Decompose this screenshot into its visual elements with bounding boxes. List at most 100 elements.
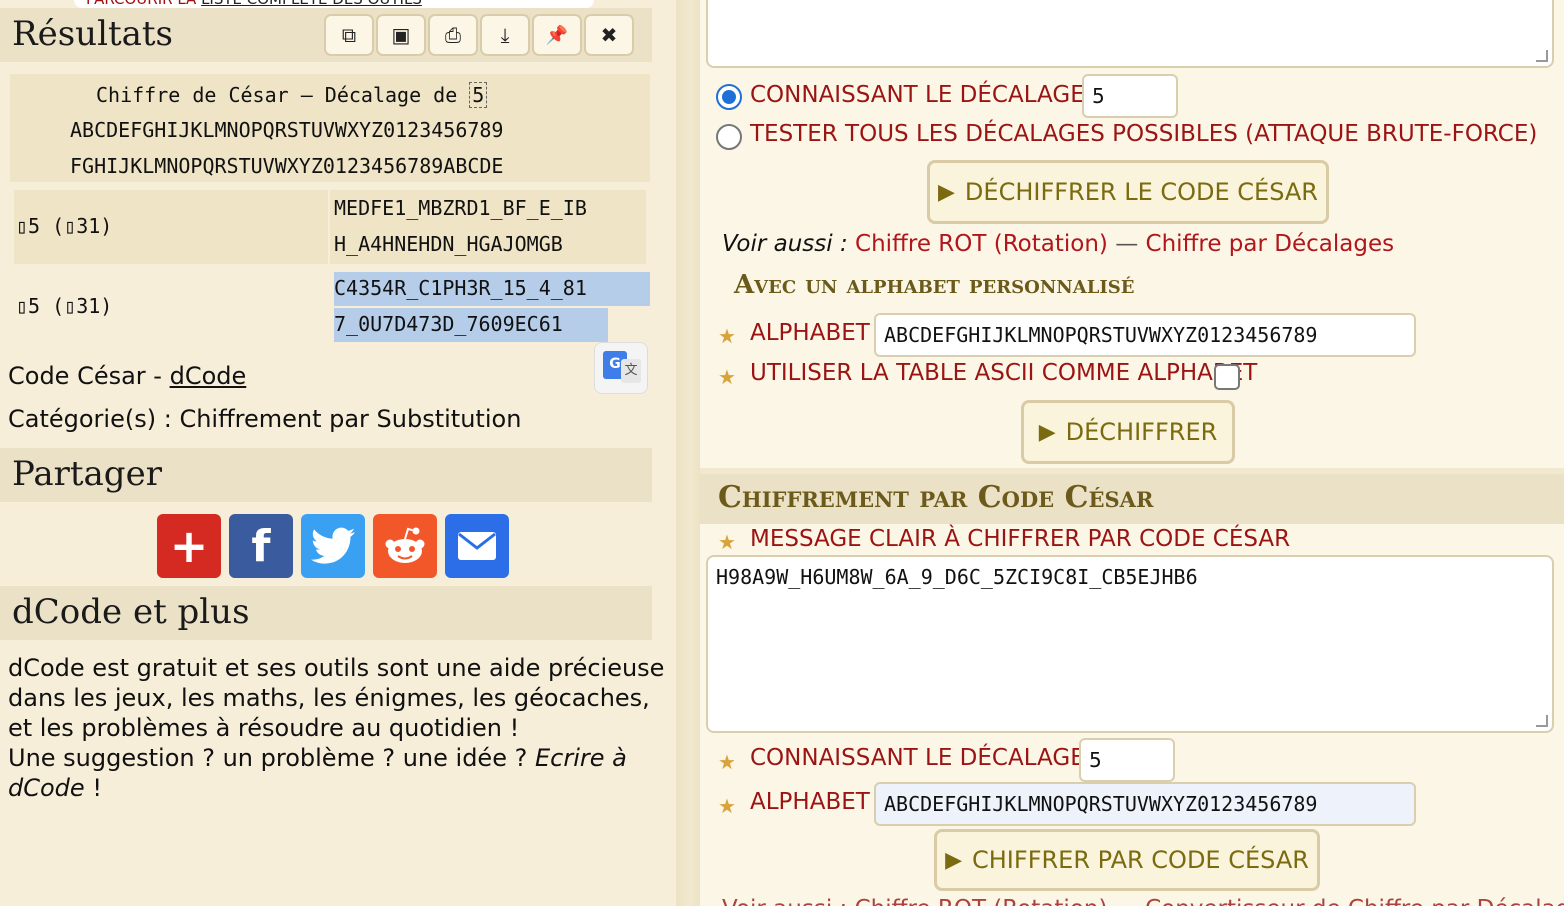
ascii-table-label[interactable]: UTILISER LA TABLE ASCII COMME ALPHABET <box>750 360 1257 386</box>
star-icon: ★ <box>718 365 736 389</box>
facebook-icon: f <box>251 520 271 572</box>
decrypt-alphabet-input[interactable]: ABCDEFGHIJKLMNOPQRSTUVWXYZ0123456789 <box>874 313 1416 357</box>
plus-icon: + <box>169 519 209 573</box>
right-column: CONNAISSANT LE DÉCALAGE : 5 TESTER TOUS … <box>700 0 1564 906</box>
dcode-link[interactable]: dCode <box>170 362 247 390</box>
play-icon: ▶ <box>945 847 962 873</box>
encrypt-shift-label: CONNAISSANT LE DÉCALAGE : <box>750 745 1100 771</box>
bottom-see-also-cut: Voir aussi : Chiffre ROT (Rotation) — Co… <box>722 896 1564 906</box>
download-icon: ⤓ <box>500 23 510 47</box>
resize-grip[interactable] <box>1536 50 1548 62</box>
result-row-2-label: ▯5 (▯31) <box>16 294 113 318</box>
contact-link-dcode[interactable]: dCode <box>8 774 85 802</box>
play-icon: ▶ <box>938 179 955 205</box>
pin-icon: 📌 <box>545 24 569 46</box>
left-column: PARCOURIR LA LISTE COMPLÈTE DES OUTILS R… <box>0 0 676 906</box>
close-icon: ✖ <box>600 23 618 47</box>
encrypt-header: Chiffrement par Code César <box>700 474 1564 524</box>
pin-button[interactable]: 📌 <box>532 14 582 56</box>
reddit-icon <box>385 527 425 563</box>
shifted-alphabet: FGHIJKLMNOPQRSTUVWXYZ0123456789ABCDE <box>70 154 504 178</box>
caesar-table-title: Chiffre de César – Décalage de 5 <box>96 82 488 108</box>
bruteforce-label[interactable]: TESTER TOUS LES DÉCALAGES POSSIBLES (ATT… <box>750 121 1537 147</box>
encrypt-shift-input[interactable]: 5 <box>1079 738 1175 782</box>
custom-alphabet-title: Avec un alphabet personnalisé <box>734 270 1135 300</box>
share-title: Partager <box>12 454 162 494</box>
category-label: Catégorie(s) : <box>8 405 180 433</box>
copy-icon: ⧉ <box>341 23 357 47</box>
plaintext-value: H98A9W_H6UM8W_6A_9_D6C_5ZCI9C8I_CB5EJHB6 <box>716 565 1198 589</box>
ciphertext-input[interactable] <box>706 0 1554 68</box>
caesar-table-title-text: Chiffre de César – Décalage de <box>96 83 458 107</box>
more-para-line5: dCode ! <box>8 774 102 802</box>
email-icon <box>458 532 496 560</box>
encrypt-title: Chiffrement par Code César <box>718 480 1154 515</box>
play-icon: ▶ <box>1038 419 1056 445</box>
tool-name: Code César <box>8 362 146 390</box>
decrypt-label: DÉCHIFFRER <box>1065 418 1218 446</box>
screenshot-icon: ▣ <box>391 23 411 47</box>
tools-list-prefix: PARCOURIR LA <box>86 0 201 8</box>
result-row-2-line1[interactable]: C4354R_C1PH3R_15_4_81 <box>334 276 587 300</box>
encrypt-alphabet-input[interactable]: ABCDEFGHIJKLMNOPQRSTUVWXYZ0123456789 <box>874 782 1416 826</box>
category-line: Catégorie(s) : Chiffrement par Substitut… <box>8 405 521 433</box>
plaintext-input[interactable]: H98A9W_H6UM8W_6A_9_D6C_5ZCI9C8I_CB5EJHB6 <box>706 555 1554 733</box>
more-title: dCode et plus <box>12 592 250 632</box>
result-row-1-label: ▯5 (▯31) <box>16 214 113 238</box>
translate-icon-secondary: 文 <box>621 359 641 383</box>
known-shift-label[interactable]: CONNAISSANT LE DÉCALAGE : <box>750 82 1100 108</box>
result-row-2-line2[interactable]: 7_0U7D473D_7609EC61 <box>334 312 563 336</box>
star-icon: ★ <box>718 794 736 818</box>
decrypt-caesar-button[interactable]: ▶ DÉCHIFFRER LE CODE CÉSAR <box>927 160 1329 224</box>
tools-list-link[interactable]: PARCOURIR LA LISTE COMPLÈTE DES OUTILS <box>74 0 594 8</box>
see-also-sep: — <box>1107 231 1146 257</box>
more-para-line4: Une suggestion ? un problème ? une idée … <box>8 744 627 772</box>
bruteforce-radio[interactable] <box>716 124 742 150</box>
decrypt-button[interactable]: ▶ DÉCHIFFRER <box>1021 400 1235 464</box>
star-icon: ★ <box>718 530 736 554</box>
addthis-button[interactable]: + <box>157 514 221 578</box>
encrypt-caesar-label: CHIFFRER PAR CODE CÉSAR <box>972 846 1309 874</box>
more-para-line1: dCode est gratuit et ses outils sont une… <box>8 654 665 682</box>
resize-grip[interactable] <box>1536 715 1548 727</box>
decrypt-shift-input[interactable]: 5 <box>1082 74 1178 118</box>
star-icon: ★ <box>718 324 736 348</box>
email-button[interactable] <box>445 514 509 578</box>
copy-button[interactable]: ⧉ <box>324 14 374 56</box>
see-also-line: Voir aussi : Chiffre ROT (Rotation) — Ch… <box>722 231 1394 257</box>
twitter-button[interactable] <box>301 514 365 578</box>
translate-button[interactable]: G 文 <box>594 342 648 394</box>
twitter-icon <box>311 527 355 564</box>
more-para-line3: et les problèmes à résoudre au quotidien… <box>8 714 520 742</box>
ascii-table-checkbox[interactable] <box>1214 364 1240 390</box>
plain-alphabet: ABCDEFGHIJKLMNOPQRSTUVWXYZ0123456789 <box>70 118 504 142</box>
contact-suffix: ! <box>84 774 102 802</box>
result-row-1-line1: MEDFE1_MBZRD1_BF_E_IB <box>334 196 587 220</box>
print-button[interactable]: ⎙ <box>428 14 478 56</box>
results-title: Résultats <box>12 14 173 54</box>
known-shift-radio[interactable] <box>716 84 742 110</box>
column-divider <box>676 0 700 906</box>
reddit-button[interactable] <box>373 514 437 578</box>
screenshot-button[interactable]: ▣ <box>376 14 426 56</box>
category-link[interactable]: Chiffrement par Substitution <box>179 405 521 433</box>
results-header: Résultats ⧉ ▣ ⎙ ⤓ 📌 ✖ <box>0 8 652 62</box>
close-button[interactable]: ✖ <box>584 14 634 56</box>
print-icon: ⎙ <box>445 23 461 47</box>
star-icon: ★ <box>718 750 736 774</box>
facebook-button[interactable]: f <box>229 514 293 578</box>
encrypt-caesar-button[interactable]: ▶ CHIFFRER PAR CODE CÉSAR <box>934 829 1320 891</box>
share-header: Partager <box>0 448 652 502</box>
tool-sep: - <box>145 362 170 390</box>
shift-cipher-link[interactable]: Chiffre par Décalages <box>1146 231 1395 257</box>
more-header: dCode et plus <box>0 586 652 640</box>
alphabet-label: ALPHABET <box>750 320 870 346</box>
caesar-table-header: Chiffre de César – Décalage de 5 ABCDEFG… <box>10 74 650 182</box>
result-row-1-line2: H_A4HNEHDN_HGAJOMGB <box>334 232 563 256</box>
decrypt-caesar-label: DÉCHIFFRER LE CODE CÉSAR <box>964 178 1318 206</box>
rot-cipher-link[interactable]: Chiffre ROT (Rotation) <box>855 231 1108 257</box>
contact-link[interactable]: Ecrire à <box>535 744 627 772</box>
download-button[interactable]: ⤓ <box>480 14 530 56</box>
tools-list-anchor[interactable]: LISTE COMPLÈTE DES OUTILS <box>201 0 422 8</box>
encrypt-alphabet-label: ALPHABET <box>750 789 870 815</box>
